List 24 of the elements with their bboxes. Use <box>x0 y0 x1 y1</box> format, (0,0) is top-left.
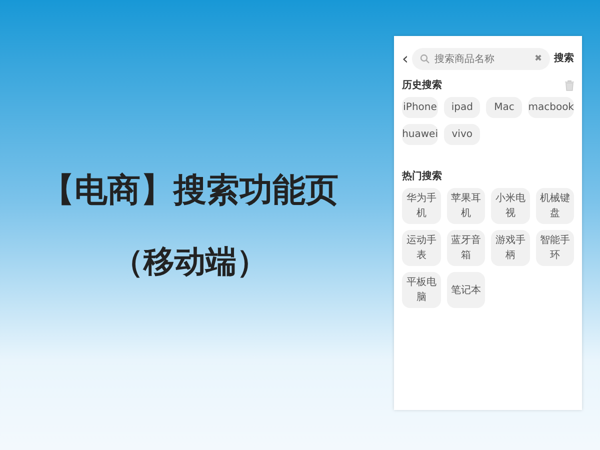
search-tag[interactable]: 蓝牙音箱 <box>446 230 485 266</box>
trash-icon[interactable] <box>565 80 574 91</box>
search-tag[interactable]: huawei <box>402 124 438 145</box>
search-icon <box>420 54 430 64</box>
back-button[interactable]: ‹ <box>402 51 408 67</box>
search-tag[interactable]: 笔记本 <box>446 272 485 308</box>
cover-title: 【电商】搜索功能页 <box>42 169 338 211</box>
search-button[interactable]: 搜索 <box>554 54 574 64</box>
search-tag[interactable]: macbook <box>528 97 574 118</box>
search-tag[interactable]: 智能手环 <box>536 230 574 266</box>
cover-subtitle: （移动端） <box>112 242 268 282</box>
search-tag[interactable]: 平板电脑 <box>402 272 440 308</box>
search-tag[interactable]: 苹果耳机 <box>446 188 485 224</box>
search-tag[interactable]: 机械键盘 <box>536 188 574 224</box>
section-heading: 热门搜索 <box>402 169 443 184</box>
search-tag[interactable]: 运动手表 <box>402 230 440 266</box>
search-tag[interactable]: 小米电视 <box>491 188 530 224</box>
search-tag[interactable]: ipad <box>444 97 480 118</box>
search-tag[interactable]: Mac <box>486 97 522 118</box>
section-heading: 历史搜索 <box>402 78 442 93</box>
search-tag[interactable]: 华为手机 <box>402 188 440 224</box>
search-tag[interactable]: iPhone <box>402 97 438 118</box>
search-tag[interactable]: 游戏手柄 <box>491 230 530 266</box>
search-tag[interactable]: vivo <box>444 124 480 145</box>
